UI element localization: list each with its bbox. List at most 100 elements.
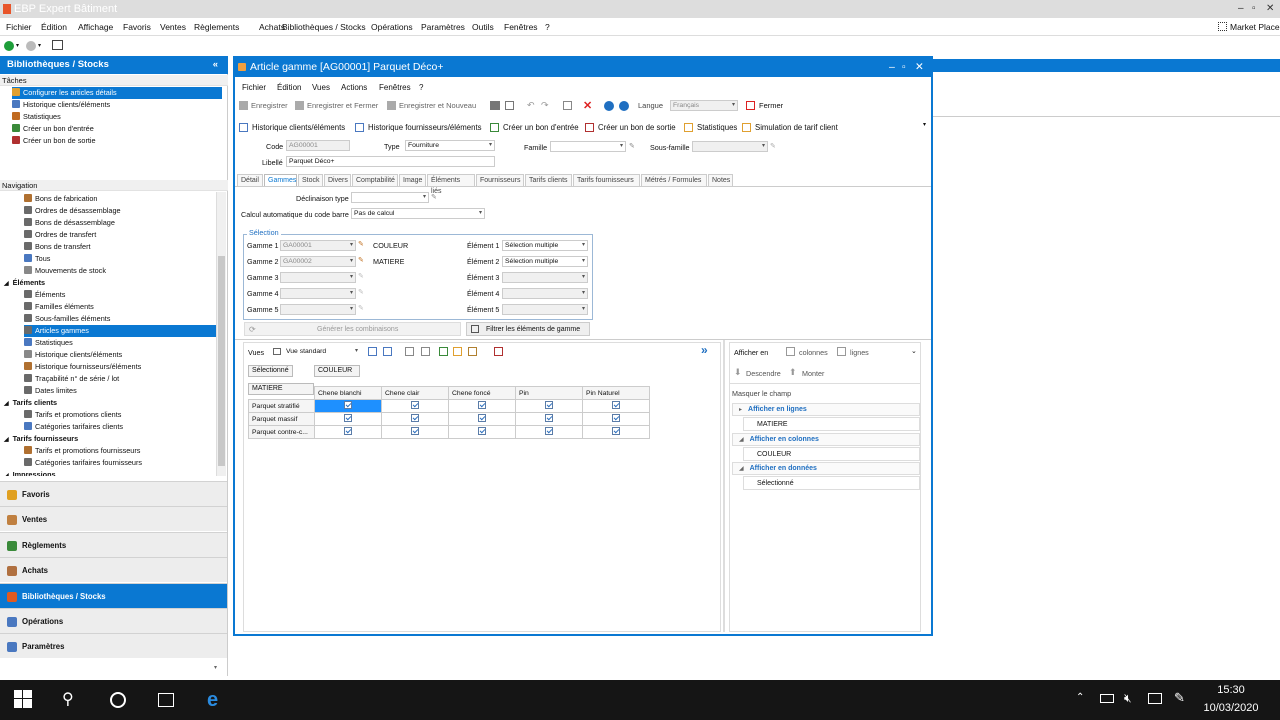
cell[interactable] bbox=[381, 412, 449, 426]
nav-item[interactable]: Traçabilité n° de série / lot bbox=[24, 373, 119, 385]
checkbox-checked[interactable] bbox=[344, 414, 352, 422]
expand-icon[interactable]: ◢ bbox=[4, 437, 9, 443]
pivot-tool-icon[interactable] bbox=[439, 347, 448, 356]
next-record-icon[interactable] bbox=[619, 101, 629, 111]
task-item[interactable]: Statistiques bbox=[12, 111, 61, 123]
tab-2[interactable]: Stock bbox=[298, 174, 323, 186]
field-item[interactable]: COULEUR bbox=[743, 446, 920, 461]
window-menu-4[interactable]: Fenêtres bbox=[379, 83, 411, 92]
pen-icon[interactable]: ✎ bbox=[1174, 690, 1185, 706]
nav-item[interactable]: Statistiques bbox=[24, 337, 73, 349]
window-menu-3[interactable]: Actions bbox=[341, 83, 367, 92]
redo-icon[interactable]: ↷ bbox=[541, 100, 549, 111]
menu-10[interactable]: Outils bbox=[472, 22, 494, 32]
new-icon[interactable] bbox=[4, 41, 14, 51]
libelle-field[interactable]: Parquet Déco+ bbox=[286, 156, 495, 167]
nav-item[interactable]: Familles éléments bbox=[24, 301, 94, 313]
descendre-button[interactable]: Descendre bbox=[746, 369, 781, 378]
gamme-select[interactable]: ▾ bbox=[280, 304, 356, 315]
cell[interactable] bbox=[314, 399, 382, 413]
filter-elements-button[interactable]: Filtrer les éléments de gamme bbox=[466, 322, 590, 336]
column-header[interactable]: Chene clair bbox=[381, 386, 449, 400]
data-field-chip[interactable]: Sélectionné bbox=[248, 365, 293, 377]
save-new-button[interactable]: Enregistrer et Nouveau bbox=[399, 101, 476, 110]
checkbox-checked[interactable] bbox=[545, 414, 553, 422]
menu-12[interactable]: ? bbox=[545, 22, 550, 32]
module-button[interactable]: Règlements bbox=[0, 531, 227, 557]
pivot-tool-icon[interactable] bbox=[421, 347, 430, 356]
nav-item[interactable]: Catégories tarifaires fournisseurs bbox=[24, 457, 142, 469]
element-select[interactable]: ▾ bbox=[502, 304, 588, 315]
undo-icon[interactable]: ↶ bbox=[527, 100, 535, 111]
menu-8[interactable]: Opérations bbox=[371, 22, 413, 32]
element-select[interactable]: Sélection multiple ▾ bbox=[502, 256, 588, 267]
action-button-3[interactable]: Créer un bon de sortie bbox=[598, 123, 676, 132]
cell[interactable] bbox=[515, 412, 583, 426]
expand-panel-icon[interactable]: » bbox=[701, 343, 708, 357]
menu-7[interactable]: Bibliothèques / Stocks bbox=[282, 22, 366, 32]
tab-8[interactable]: Tarifs clients bbox=[525, 174, 572, 186]
network-icon[interactable] bbox=[1148, 693, 1162, 704]
tab-11[interactable]: Notes bbox=[708, 174, 733, 186]
task-view-icon[interactable] bbox=[158, 693, 174, 707]
field-group[interactable]: ◢ Afficher en données bbox=[732, 462, 920, 475]
menu-5[interactable]: Règlements bbox=[194, 22, 239, 32]
nav-item[interactable]: Tous bbox=[24, 253, 50, 265]
column-field-chip[interactable]: COULEUR bbox=[314, 365, 360, 377]
tab-3[interactable]: Divers bbox=[324, 174, 351, 186]
save-button[interactable]: Enregistrer bbox=[251, 101, 288, 110]
cell[interactable] bbox=[582, 399, 650, 413]
minimize-icon[interactable]: – bbox=[1238, 0, 1244, 18]
clock-time[interactable]: 15:30 bbox=[1198, 684, 1264, 696]
nav-item[interactable]: Historique clients/éléments bbox=[24, 349, 122, 361]
action-button-0[interactable]: Historique clients/éléments bbox=[252, 123, 345, 132]
row-header[interactable]: Parquet stratifié bbox=[248, 399, 315, 413]
tab-4[interactable]: Comptabilité bbox=[352, 174, 398, 186]
window-minimize-icon[interactable]: – bbox=[889, 58, 895, 77]
edit-icon[interactable]: ✎ bbox=[358, 256, 364, 264]
checkbox-checked[interactable] bbox=[612, 427, 620, 435]
checkbox-checked[interactable] bbox=[478, 427, 486, 435]
cell[interactable] bbox=[448, 412, 516, 426]
nav-scrollbar[interactable] bbox=[216, 192, 226, 476]
column-header[interactable]: Chene foncé bbox=[448, 386, 516, 400]
task-item[interactable]: Créer un bon d'entrée bbox=[12, 123, 94, 135]
nav-item[interactable]: Ordres de désassemblage bbox=[24, 205, 121, 217]
masquer-champ-button[interactable]: Masquer le champ bbox=[732, 389, 791, 398]
window-menu-1[interactable]: Édition bbox=[277, 83, 301, 92]
window-menu-0[interactable]: Fichier bbox=[242, 83, 266, 92]
chevron-down-icon[interactable]: ▾ bbox=[16, 42, 19, 49]
print-icon[interactable] bbox=[490, 101, 500, 110]
element-select[interactable]: Sélection multiple ▾ bbox=[502, 240, 588, 251]
nav-item[interactable]: Ordres de transfert bbox=[24, 229, 96, 241]
chevron-down-icon[interactable]: ⌄ bbox=[911, 347, 917, 355]
tab-7[interactable]: Fournisseurs bbox=[476, 174, 524, 186]
previous-record-icon[interactable] bbox=[604, 101, 614, 111]
collapse-icon[interactable]: « bbox=[213, 56, 218, 74]
famille-select[interactable]: ▾ bbox=[550, 141, 626, 152]
colonnes-button[interactable]: colonnes bbox=[799, 348, 828, 357]
tab-6[interactable]: Éléments liés bbox=[427, 174, 475, 195]
pivot-tool-icon[interactable] bbox=[383, 347, 392, 356]
nav-item[interactable]: Catégories tarifaires clients bbox=[24, 421, 123, 433]
type-select[interactable]: Fourniture ▾ bbox=[405, 140, 495, 151]
action-button-4[interactable]: Statistiques bbox=[697, 123, 737, 132]
cell[interactable] bbox=[448, 425, 516, 439]
element-select[interactable]: ▾ bbox=[502, 288, 588, 299]
edit-icon[interactable]: ✎ bbox=[431, 193, 437, 201]
nav-group[interactable]: ◢ Tarifs clients bbox=[4, 397, 57, 409]
cell[interactable] bbox=[314, 412, 382, 426]
row-header[interactable]: Parquet massif bbox=[248, 412, 315, 426]
pivot-tool-icon[interactable] bbox=[405, 347, 414, 356]
pivot-tool-icon[interactable] bbox=[368, 347, 377, 356]
checkbox-checked[interactable] bbox=[411, 427, 419, 435]
module-button[interactable]: Paramètres bbox=[0, 633, 227, 659]
cell[interactable] bbox=[515, 399, 583, 413]
menu-1[interactable]: Édition bbox=[41, 22, 67, 32]
nav-item[interactable]: Bons de fabrication bbox=[24, 193, 97, 205]
cell[interactable] bbox=[314, 425, 382, 439]
language-select[interactable]: Français ▾ bbox=[670, 100, 738, 111]
module-button[interactable]: Ventes bbox=[0, 506, 227, 532]
edge-browser-icon[interactable]: e bbox=[207, 690, 227, 710]
tab-0[interactable]: Détail bbox=[237, 174, 263, 186]
